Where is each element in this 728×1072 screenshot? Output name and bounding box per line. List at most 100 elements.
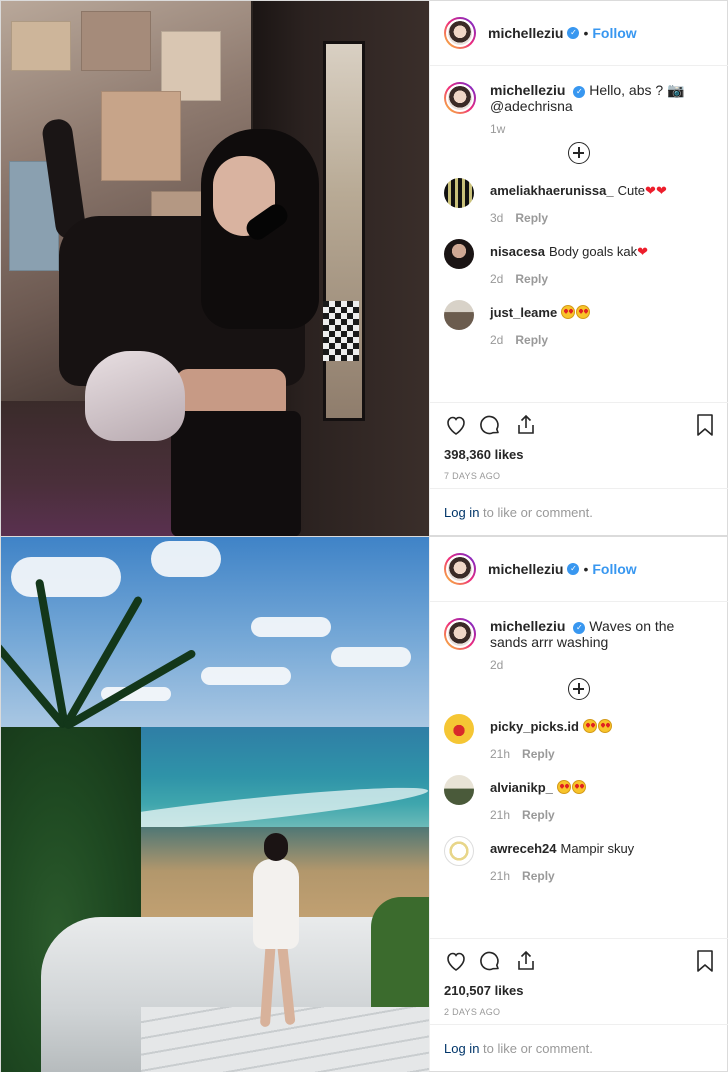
avatar[interactable] xyxy=(444,300,474,330)
handbag xyxy=(85,351,185,441)
cloud xyxy=(201,667,291,685)
caption-username[interactable]: michelleziu xyxy=(490,82,565,98)
booth-window xyxy=(323,41,365,421)
post-header: michelleziu ✓ • Follow xyxy=(430,1,728,66)
collage-clipping xyxy=(81,11,151,71)
caption: michelleziu ✓ Hello, abs ? 📷 @adechrisna xyxy=(444,82,714,114)
bookmark-icon[interactable] xyxy=(694,949,716,973)
comments-section: michelleziu ✓ Waves on the sands arrr wa… xyxy=(430,602,728,938)
cloud xyxy=(11,557,121,597)
post-header: michelleziu ✓ • Follow xyxy=(430,537,728,602)
follow-button[interactable]: Follow xyxy=(592,561,636,577)
avatar[interactable] xyxy=(444,714,474,744)
comment-username[interactable]: nisacesa xyxy=(490,244,545,259)
follow-button[interactable]: Follow xyxy=(592,25,636,41)
comment: picky_picks.id 21h Reply xyxy=(444,714,714,761)
action-bar: 398,360 likes 7 DAYS AGO xyxy=(430,402,728,488)
heart-eyes-emoji-icon xyxy=(571,780,586,794)
comment-timestamp: 2d xyxy=(490,333,504,347)
comment-timestamp: 3d xyxy=(490,211,504,225)
verified-badge-icon: ✓ xyxy=(567,27,580,39)
heart-eyes-emoji-icon xyxy=(561,305,576,319)
comment-username[interactable]: picky_picks.id xyxy=(490,719,579,734)
comment-username[interactable]: just_leame xyxy=(490,305,557,320)
avatar[interactable] xyxy=(444,239,474,269)
bookmark-icon[interactable] xyxy=(694,413,716,437)
comment: awreceh24 Mampir skuy 21h Reply xyxy=(444,836,714,883)
post-photo[interactable] xyxy=(1,537,429,1072)
share-icon[interactable] xyxy=(514,413,538,437)
comment-icon[interactable] xyxy=(478,949,502,973)
header-username[interactable]: michelleziu xyxy=(488,561,563,577)
post-card: michelleziu ✓ • Follow michelleziu ✓ Wav… xyxy=(0,536,728,1072)
login-prompt: Log in to like or comment. xyxy=(430,1024,728,1071)
avatar[interactable] xyxy=(444,17,476,49)
login-prompt-text: to like or comment. xyxy=(479,1041,593,1056)
comments-section: michelleziu ✓ Hello, abs ? 📷 @adechrisna… xyxy=(430,66,728,402)
avatar[interactable] xyxy=(444,178,474,208)
avatar[interactable] xyxy=(444,775,474,805)
cloud xyxy=(251,617,331,637)
comment-username[interactable]: ameliakhaerunissa_ xyxy=(490,183,614,198)
collage-clipping xyxy=(11,21,71,71)
heart-eyes-emoji-icon xyxy=(556,780,571,794)
person-pants xyxy=(171,411,301,537)
reply-button[interactable]: Reply xyxy=(522,869,555,883)
heart-icon[interactable] xyxy=(444,949,468,973)
post-date: 7 DAYS AGO xyxy=(444,471,501,481)
comment-icon[interactable] xyxy=(478,413,502,437)
comment: nisacesa Body goals kak❤ 2d Reply xyxy=(444,239,714,286)
checker-pattern xyxy=(323,301,359,361)
share-icon[interactable] xyxy=(514,949,538,973)
comment-timestamp: 21h xyxy=(490,747,511,761)
post-sidebar: michelleziu ✓ • Follow michelleziu ✓ Hel… xyxy=(429,1,728,535)
likes-count[interactable]: 398,360 likes xyxy=(444,447,714,462)
comment-timestamp: 21h xyxy=(490,869,511,883)
comment: ameliakhaerunissa_ Cute❤❤ 3d Reply xyxy=(444,178,714,225)
likes-count[interactable]: 210,507 likes xyxy=(444,983,714,998)
reply-button[interactable]: Reply xyxy=(522,747,555,761)
comment-username[interactable]: awreceh24 xyxy=(490,841,557,856)
caption-timestamp: 1w xyxy=(490,122,506,136)
reply-button[interactable]: Reply xyxy=(515,211,548,225)
verified-badge-icon: ✓ xyxy=(573,86,586,98)
comment-username[interactable]: alvianikp_ xyxy=(490,780,553,795)
login-link[interactable]: Log in xyxy=(444,505,479,520)
comment: just_leame 2d Reply xyxy=(444,300,714,347)
caption: michelleziu ✓ Waves on the sands arrr wa… xyxy=(444,618,714,650)
comment: alvianikp_ 21h Reply xyxy=(444,775,714,822)
post-date: 2 DAYS AGO xyxy=(444,1007,501,1017)
post-sidebar: michelleziu ✓ • Follow michelleziu ✓ Wav… xyxy=(429,537,728,1071)
login-prompt-text: to like or comment. xyxy=(479,505,593,520)
load-more-icon[interactable] xyxy=(568,142,590,164)
login-prompt: Log in to like or comment. xyxy=(430,488,728,535)
heart-eyes-emoji-icon xyxy=(582,719,597,733)
load-more-icon[interactable] xyxy=(568,678,590,700)
comment-text: Mampir skuy xyxy=(560,841,635,856)
action-bar: 210,507 likes 2 DAYS AGO xyxy=(430,938,728,1024)
comment-timestamp: 2d xyxy=(490,272,504,286)
verified-badge-icon: ✓ xyxy=(573,622,586,634)
comment-text: Body goals kak xyxy=(548,244,638,259)
post-photo[interactable] xyxy=(1,1,429,537)
person-head xyxy=(264,833,288,861)
heart-icon[interactable] xyxy=(444,413,468,437)
post-card: michelleziu ✓ • Follow michelleziu ✓ Hel… xyxy=(0,0,728,537)
caption-username[interactable]: michelleziu xyxy=(490,618,565,634)
cloud xyxy=(331,647,411,667)
caption-timestamp: 2d xyxy=(490,658,504,672)
avatar[interactable] xyxy=(444,618,476,650)
comment-text: Cute xyxy=(617,183,646,198)
reply-button[interactable]: Reply xyxy=(515,333,548,347)
reply-button[interactable]: Reply xyxy=(515,272,548,286)
collage-clipping xyxy=(101,91,181,181)
header-username[interactable]: michelleziu xyxy=(488,25,563,41)
red-heart-icon: ❤ xyxy=(637,244,649,259)
avatar[interactable] xyxy=(444,553,476,585)
heart-eyes-emoji-icon xyxy=(597,719,612,733)
avatar[interactable] xyxy=(444,82,476,114)
avatar[interactable] xyxy=(444,836,474,866)
login-link[interactable]: Log in xyxy=(444,1041,479,1056)
verified-badge-icon: ✓ xyxy=(567,563,580,575)
reply-button[interactable]: Reply xyxy=(522,808,555,822)
